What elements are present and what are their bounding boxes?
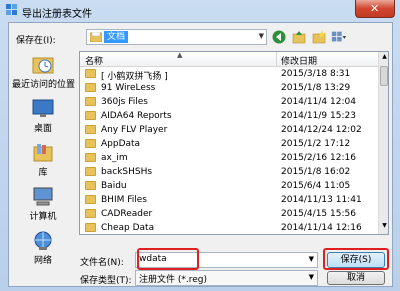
file-date: 2014/11/14 12:16 <box>281 223 362 233</box>
place-recent-label: 最近访问的位置 <box>12 80 76 90</box>
file-date: 2014/11/13 11:41 <box>281 195 362 205</box>
folder-icon <box>85 181 96 190</box>
save-button-highlight <box>323 248 389 270</box>
folder-icon <box>85 153 96 162</box>
file-list[interactable]: 名称 ▲ 修改日期 [ 小鹤双拼飞扬 ] 2015/3/18 8:31 91 Wir… <box>79 51 389 235</box>
place-desktop[interactable]: 桌面 <box>12 99 74 134</box>
place-network-label: 网络 <box>33 256 52 266</box>
file-name: CADReader <box>101 209 153 219</box>
filename-label: 文件名(N): <box>80 258 124 268</box>
place-computer[interactable]: 计算机 <box>12 187 74 222</box>
filetype-label: 保存类型(T): <box>80 276 132 286</box>
chevron-down-icon[interactable]: ▼ <box>259 32 264 40</box>
folder-icon <box>85 69 96 78</box>
folder-icon <box>85 83 96 92</box>
file-name: 91 WireLess <box>101 83 156 93</box>
place-libraries[interactable]: 库 <box>12 143 74 178</box>
folder-icon <box>85 125 96 134</box>
folder-icon <box>85 97 96 106</box>
list-item[interactable]: 91 WireLess 2015/1/8 13:29 <box>80 81 378 95</box>
libraries-icon <box>31 143 55 163</box>
list-item[interactable]: BHIM Files 2014/11/13 11:41 <box>80 193 378 207</box>
desktop-icon <box>31 99 55 119</box>
file-date: 2014/11/9 15:23 <box>281 111 356 121</box>
back-icon[interactable] <box>271 29 287 45</box>
place-network[interactable]: 网络 <box>12 231 74 266</box>
sort-up-icon: ▲ <box>177 51 183 59</box>
file-date: 2015/2/16 12:16 <box>281 153 356 163</box>
scroll-up-icon[interactable]: ▲ <box>380 53 388 63</box>
scroll-down-icon[interactable]: ▼ <box>380 222 388 232</box>
folder-icon <box>85 209 96 218</box>
file-name: ax_im <box>101 153 128 163</box>
filetype-dropdown[interactable]: 注册文件 (*.reg) ▼ <box>135 270 318 286</box>
column-name-header[interactable]: 名称 <box>85 54 103 67</box>
up-folder-icon[interactable] <box>291 29 307 45</box>
file-name: AppData <box>101 139 141 149</box>
list-item[interactable]: Baidu 2015/6/4 11:05 <box>80 179 378 193</box>
file-date: 2014/11/4 12:04 <box>281 97 356 107</box>
save-in-dropdown[interactable]: 文档 ▼ <box>86 29 267 45</box>
folder-icon <box>85 111 96 120</box>
file-date: 2014/12/24 12:02 <box>281 125 362 135</box>
place-libraries-label: 库 <box>38 168 48 178</box>
file-date: 2015/3/18 8:31 <box>281 69 351 79</box>
file-name: 360js Files <box>101 97 148 107</box>
list-item[interactable]: Cheap Data 2014/11/14 12:16 <box>80 221 378 234</box>
file-date: 2015/6/4 11:05 <box>281 181 351 191</box>
file-name: BHIM Files <box>101 195 147 205</box>
folder-icon <box>85 139 96 148</box>
column-divider[interactable] <box>276 52 277 66</box>
save-in-value: 文档 <box>104 31 129 43</box>
file-date: 2015/1/8 13:29 <box>281 83 351 93</box>
folder-icon <box>85 195 96 204</box>
dialog-body: 保存在(I): 文档 ▼ 最近访问的位置 桌面 库 计算机 网络 名称 ▲ 修改… <box>8 22 393 287</box>
file-name: Cheap Data <box>101 223 155 233</box>
list-item[interactable]: AIDA64 Reports 2014/11/9 15:23 <box>80 109 378 123</box>
title-bar[interactable]: 导出注册表文件 ✕ <box>0 0 400 22</box>
file-date: 2015/4/15 15:56 <box>281 209 356 219</box>
close-icon: ✕ <box>370 2 380 15</box>
file-name: AIDA64 Reports <box>101 111 172 121</box>
scroll-thumb[interactable] <box>380 66 388 86</box>
vertical-scrollbar[interactable]: ▲ ▼ <box>378 52 388 234</box>
save-dialog-window: 导出注册表文件 ✕ 保存在(I): 文档 ▼ 最近访问的位置 桌面 库 计算机 … <box>0 0 400 291</box>
recent-places-icon <box>31 55 55 75</box>
list-item[interactable]: CADReader 2015/4/15 15:56 <box>80 207 378 221</box>
list-item[interactable]: backSHSHs 2015/1/8 16:02 <box>80 165 378 179</box>
place-computer-label: 计算机 <box>29 212 57 222</box>
save-in-label: 保存在(I): <box>16 36 56 46</box>
folder-icon <box>85 223 96 232</box>
network-icon <box>31 231 55 251</box>
column-date-header[interactable]: 修改日期 <box>281 54 317 67</box>
list-header: 名称 ▲ 修改日期 <box>80 52 378 67</box>
file-date: 2015/1/2 17:12 <box>281 139 351 149</box>
place-recent[interactable]: 最近访问的位置 <box>12 55 76 90</box>
view-menu-icon[interactable] <box>331 29 347 45</box>
documents-folder-icon <box>90 32 102 42</box>
file-date: 2015/1/8 16:02 <box>281 167 351 177</box>
filetype-value: 注册文件 (*.reg) <box>139 275 207 285</box>
new-folder-icon[interactable] <box>311 29 327 45</box>
chevron-down-icon[interactable]: ▼ <box>309 255 314 263</box>
list-item[interactable]: ax_im 2015/2/16 12:16 <box>80 151 378 165</box>
list-item[interactable]: Any FLV Player 2014/12/24 12:02 <box>80 123 378 137</box>
close-button[interactable]: ✕ <box>355 0 395 18</box>
registry-editor-icon <box>6 4 17 15</box>
list-item[interactable]: AppData 2015/1/2 17:12 <box>80 137 378 151</box>
list-item[interactable]: [ 小鹤双拼飞扬 ] 2015/3/18 8:31 <box>80 67 378 82</box>
place-desktop-label: 桌面 <box>33 124 52 134</box>
list-item[interactable]: 360js Files 2014/11/4 12:04 <box>80 95 378 109</box>
file-name: Baidu <box>101 181 127 191</box>
nav-toolbar <box>271 29 361 45</box>
file-name: Any FLV Player <box>101 125 168 135</box>
cancel-button[interactable]: 取消 <box>327 271 385 285</box>
folder-icon <box>85 167 96 176</box>
window-title: 导出注册表文件 <box>22 9 92 20</box>
places-bar: 最近访问的位置 桌面 库 计算机 网络 <box>12 53 76 283</box>
file-name: backSHSHs <box>101 167 153 177</box>
filename-highlight <box>137 248 199 270</box>
chevron-down-icon[interactable]: ▼ <box>309 273 314 281</box>
computer-icon <box>31 187 55 207</box>
